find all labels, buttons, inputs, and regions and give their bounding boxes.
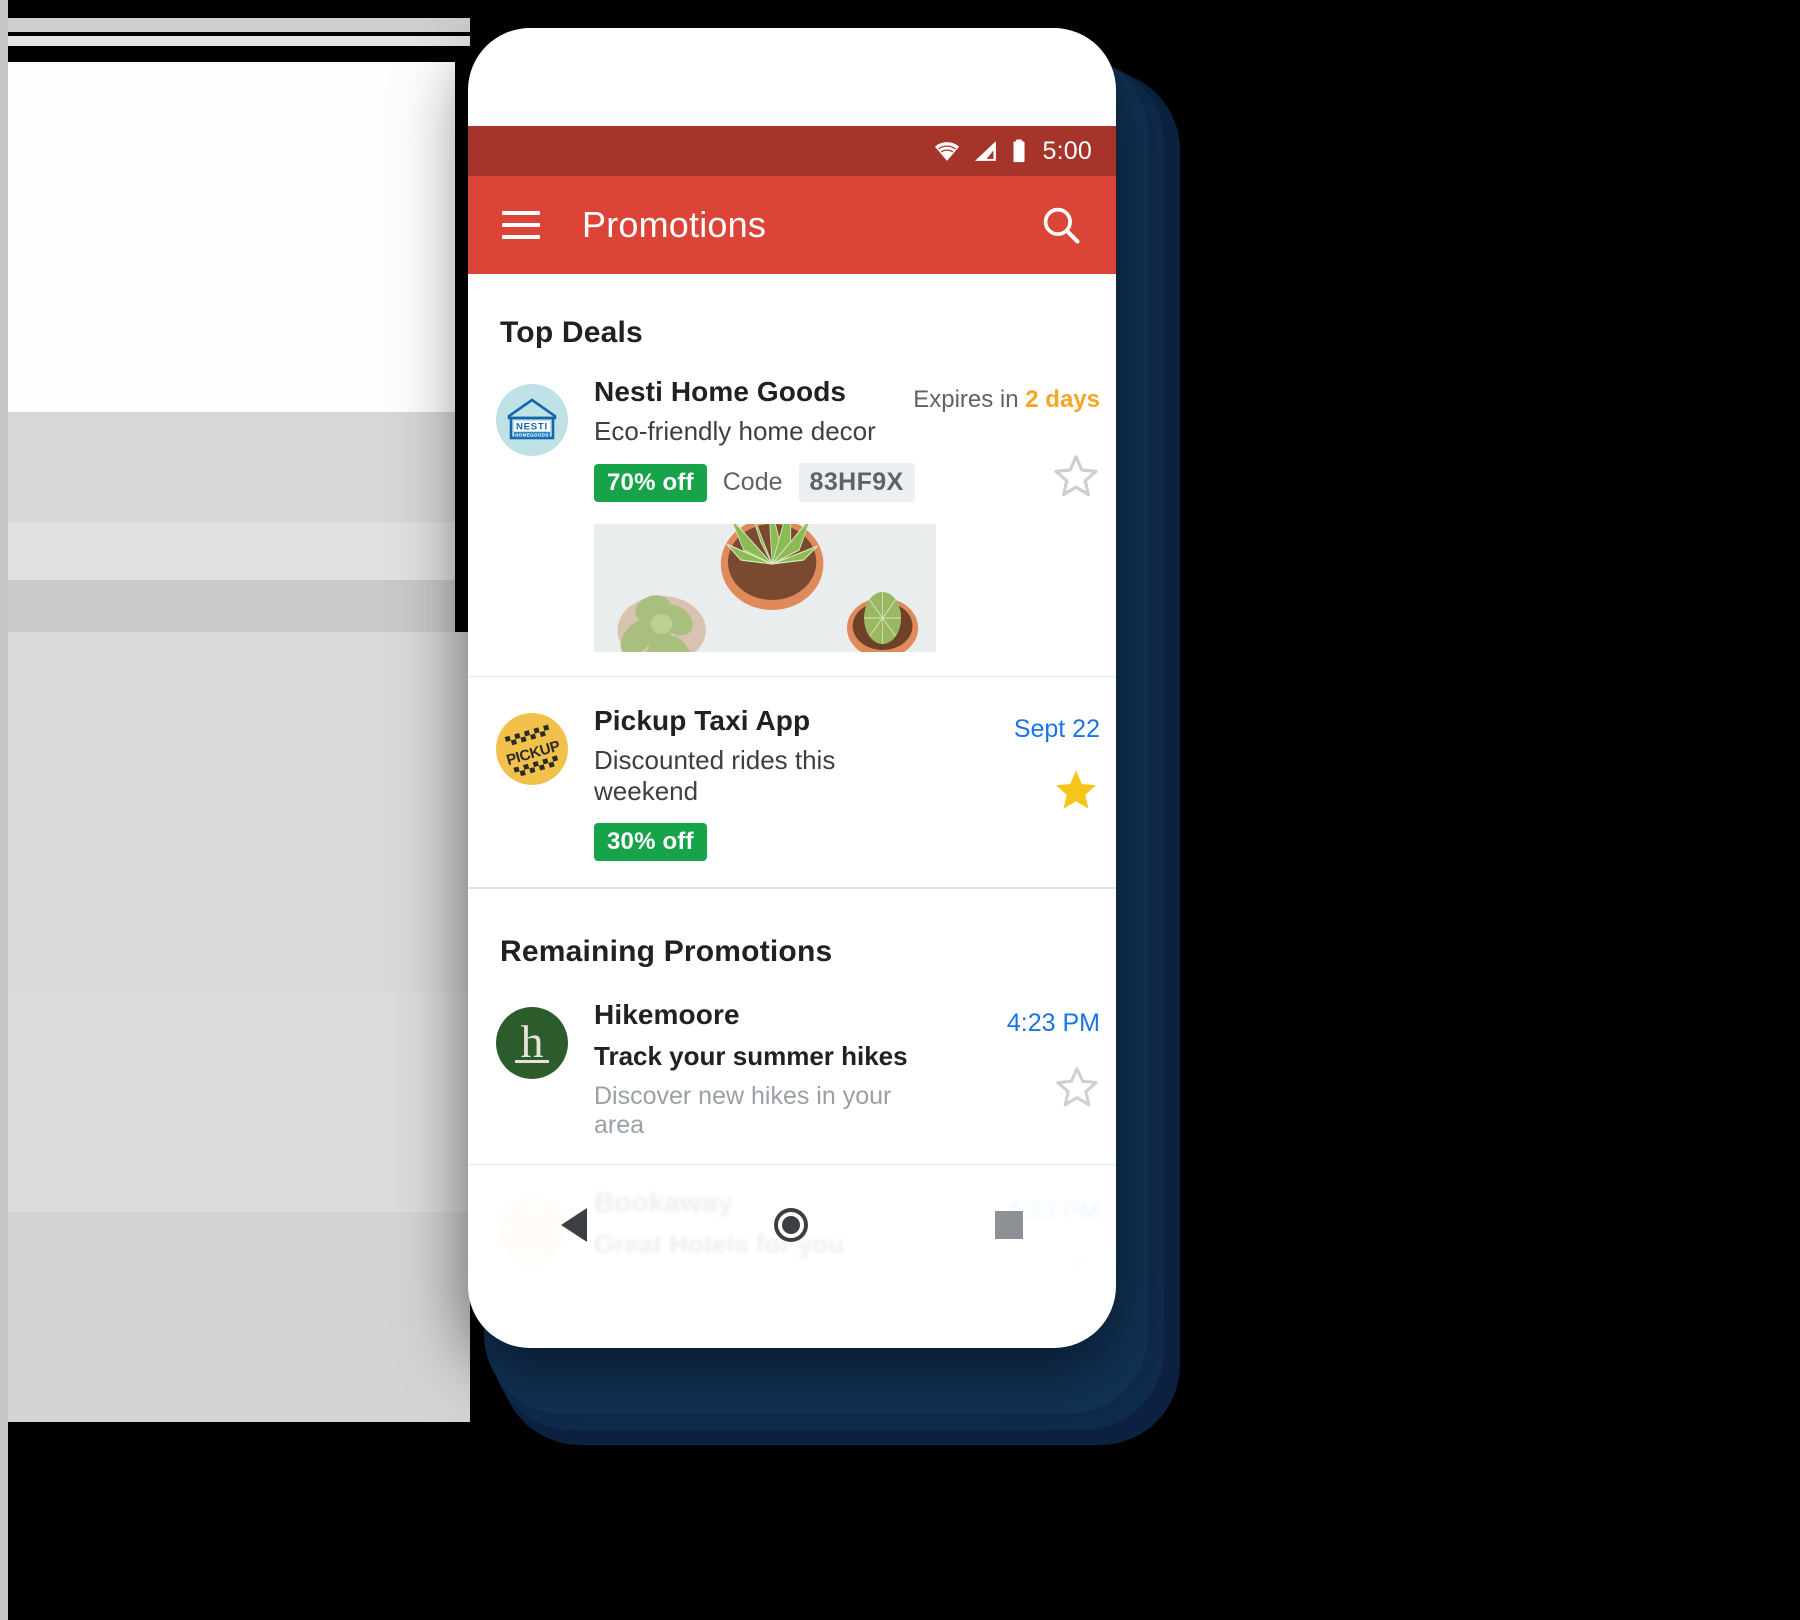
- background-strip-top: [0, 18, 470, 32]
- page-title: Promotions: [582, 204, 767, 245]
- expiry-prefix: Expires in: [913, 386, 1026, 413]
- subject-line: Track your summer hikes: [594, 1041, 908, 1071]
- avatar-column: h: [496, 999, 588, 1140]
- section-header-top-deals: Top Deals: [500, 316, 643, 349]
- avatar-letter: h: [520, 1016, 544, 1067]
- pickup-taxi-logo-icon: PICKUP: [505, 724, 562, 777]
- phone-screen: 5:00 Promotions Top Deals NESTI HOMEGOOD…: [468, 126, 1116, 1266]
- deal-badges: 70% off Code 83HF9X: [594, 463, 936, 502]
- status-bar: 5:00: [468, 126, 1116, 176]
- promo-row-nesti[interactable]: NESTI HOMEGOODS Nesti Home Goods Eco-fri…: [468, 376, 1116, 676]
- star-icon-outline[interactable]: [1052, 452, 1100, 500]
- svg-text:NESTI: NESTI: [516, 422, 548, 433]
- discount-badge: 30% off: [594, 823, 707, 861]
- android-navigation-bar: [468, 1184, 1116, 1266]
- avatar-hikemoore: h: [496, 1007, 568, 1079]
- promo-date: Sept 22: [1013, 715, 1100, 743]
- subject-line: Discounted rides this weekend: [594, 745, 836, 806]
- promo-body: Pickup Taxi App Discounted rides this we…: [588, 705, 936, 861]
- deal-badges: 30% off: [594, 823, 936, 861]
- star-icon-outline[interactable]: [1054, 1064, 1100, 1110]
- avatar-nesti: NESTI HOMEGOODS: [496, 384, 568, 456]
- phone-device: 5:00 Promotions Top Deals NESTI HOMEGOOD…: [468, 28, 1116, 1348]
- background-panel-6: [0, 1212, 470, 1422]
- expiry-value: 2 days: [1025, 386, 1100, 413]
- section-header-remaining: Remaining Promotions: [500, 935, 833, 968]
- avatar-underline: [515, 1060, 549, 1063]
- avatar-column: NESTI HOMEGOODS: [496, 376, 588, 676]
- avatar-column: PICKUP: [496, 705, 588, 861]
- promotions-list: Top Deals NESTI HOMEGOODS Nesti Home Goo…: [468, 274, 1116, 1266]
- avatar-pickup: PICKUP: [496, 713, 568, 785]
- expiry-label: Expires in 2 days: [913, 386, 1100, 414]
- subject-line: Eco-friendly home decor: [594, 416, 876, 446]
- background-strip-top-2: [0, 36, 470, 46]
- sender-name: Nesti Home Goods: [594, 376, 847, 407]
- background-stage: 5:00 Promotions Top Deals NESTI HOMEGOOD…: [0, 0, 1800, 1620]
- promo-row-hikemoore[interactable]: h Hikemoore Track your summer hikes Disc…: [468, 999, 1116, 1164]
- background-panel-1: [0, 412, 455, 522]
- promo-meta: Sept 22: [936, 705, 1100, 861]
- code-label: Code: [722, 468, 783, 496]
- wifi-icon: [934, 142, 959, 161]
- star-icon-filled[interactable]: [1052, 766, 1100, 814]
- background-panel-2: [0, 522, 455, 580]
- background-left-edge: [0, 0, 8, 1620]
- recents-button-icon[interactable]: [994, 1211, 1023, 1239]
- hamburger-menu-icon[interactable]: [502, 211, 540, 239]
- succulent-photo-art: [594, 524, 936, 652]
- background-panel-5: [0, 992, 470, 1212]
- promo-code-chip[interactable]: 83HF9X: [798, 463, 915, 502]
- battery-icon: [1013, 139, 1025, 163]
- nesti-house-logo-icon: NESTI HOMEGOODS: [507, 398, 557, 440]
- back-button-icon[interactable]: [561, 1208, 588, 1242]
- svg-text:HOMEGOODS: HOMEGOODS: [515, 432, 548, 437]
- background-panel-4: [0, 632, 470, 992]
- promo-photo-succulents: [594, 524, 936, 652]
- promo-meta: Expires in 2 days: [913, 376, 1100, 676]
- sender-name: Hikemoore: [594, 999, 740, 1030]
- promo-meta: 4:23 PM: [936, 999, 1100, 1140]
- promo-body: Nesti Home Goods Eco-friendly home decor…: [588, 376, 936, 676]
- discount-badge: 70% off: [594, 463, 707, 502]
- promo-body: Hikemoore Track your summer hikes Discov…: [588, 999, 936, 1140]
- home-button-icon[interactable]: [773, 1208, 808, 1242]
- background-panel-3: [0, 580, 455, 632]
- background-white-card: [0, 62, 455, 412]
- promo-row-pickup[interactable]: PICKUP Pickup Taxi App Discounted rides …: [468, 677, 1116, 887]
- promo-time: 4:23 PM: [1006, 1009, 1100, 1037]
- snippet-text: Discover new hikes in your area: [594, 1082, 892, 1139]
- search-icon[interactable]: [1040, 204, 1082, 246]
- status-bar-clock: 5:00: [1042, 136, 1092, 165]
- app-bar: Promotions: [468, 176, 1116, 274]
- cellular-signal-icon: [974, 141, 996, 161]
- sender-name: Pickup Taxi App: [594, 705, 811, 736]
